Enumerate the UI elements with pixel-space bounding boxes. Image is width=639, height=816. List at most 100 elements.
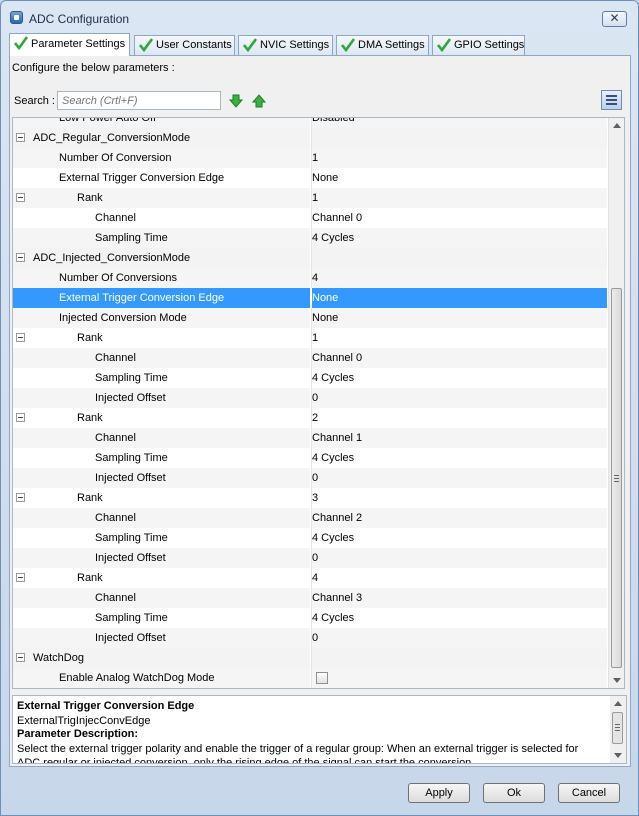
parameter-name-cell[interactable]: ADC_Regular_ConversionMode [13,128,310,148]
parameter-value-cell[interactable] [311,668,607,688]
description-scrollbar[interactable] [610,696,626,763]
table-row[interactable]: Channel Channel 0 [13,348,609,368]
parameter-value-cell[interactable]: 4 Cycles [311,528,607,548]
table-row[interactable]: Sampling Time 4 Cycles [13,528,609,548]
table-row[interactable]: Injected Offset 0 [13,468,609,488]
parameter-name-cell[interactable]: Injected Offset [13,628,310,648]
table-row[interactable]: Rank 2 [13,408,609,428]
scroll-thumb[interactable] [611,288,622,668]
search-input[interactable] [57,91,221,110]
parameter-name-cell[interactable]: Injected Offset [13,388,310,408]
arrow-down-icon[interactable] [229,94,243,108]
parameter-value-cell[interactable]: Channel 2 [311,508,607,528]
table-row[interactable]: Enable Analog WatchDog Mode [13,668,609,688]
parameter-name-cell[interactable]: Injected Conversion Mode [13,308,310,328]
ok-button[interactable]: Ok [483,783,545,803]
table-row[interactable]: Injected Offset 0 [13,548,609,568]
table-row[interactable]: Channel Channel 3 [13,588,609,608]
parameter-name-cell[interactable]: ADC_Injected_ConversionMode [13,248,310,268]
parameter-value-cell[interactable]: 4 [311,568,607,588]
parameter-name-cell[interactable]: Enable Analog WatchDog Mode [13,668,310,688]
parameter-name-cell[interactable]: External Trigger Conversion Edge [13,168,310,188]
table-row[interactable]: Low Power Auto Off Disabled [13,118,609,128]
parameter-name-cell[interactable]: Channel [13,428,310,448]
parameter-name-cell[interactable]: Rank [13,328,310,348]
parameter-name-cell[interactable]: Channel [13,588,310,608]
list-view-button[interactable] [601,90,622,110]
parameter-value-cell[interactable] [311,248,607,268]
table-row[interactable]: Number Of Conversions 4 [13,268,609,288]
scroll-down-icon[interactable] [614,753,622,758]
scroll-down-icon[interactable] [613,678,621,683]
parameter-value-cell[interactable]: Channel 0 [311,208,607,228]
group-row[interactable]: ADC_Injected_ConversionMode [13,248,609,268]
table-row[interactable]: Channel Channel 1 [13,428,609,448]
table-row[interactable]: Channel Channel 2 [13,508,609,528]
table-row[interactable]: Number Of Conversion 1 [13,148,609,168]
table-row[interactable]: Injected Conversion Mode None [13,308,609,328]
parameter-value-cell[interactable]: 1 [311,328,607,348]
parameter-name-cell[interactable]: Low Power Auto Off [13,118,310,128]
table-row[interactable]: Sampling Time 4 Cycles [13,228,609,248]
tab-nvic-settings[interactable]: NVIC Settings [238,35,333,55]
parameter-name-cell[interactable]: Channel [13,508,310,528]
parameter-name-cell[interactable]: Sampling Time [13,448,310,468]
parameter-value-cell[interactable]: None [311,308,607,328]
collapse-icon[interactable] [16,413,25,422]
parameter-name-cell[interactable]: Rank [13,408,310,428]
parameter-value-cell[interactable]: 1 [311,188,607,208]
parameter-name-cell[interactable]: Rank [13,568,310,588]
parameter-value-cell[interactable]: 4 Cycles [311,448,607,468]
collapse-icon[interactable] [16,193,25,202]
parameter-name-cell[interactable]: Sampling Time [13,368,310,388]
title-bar[interactable]: ADC Configuration ✕ [1,1,638,31]
parameter-value-cell[interactable]: 0 [311,468,607,488]
parameter-name-cell[interactable]: Injected Offset [13,468,310,488]
close-button[interactable]: ✕ [602,11,627,27]
arrow-up-icon[interactable] [252,94,266,108]
cancel-button[interactable]: Cancel [558,783,620,803]
parameter-name-cell[interactable]: Sampling Time [13,228,310,248]
parameter-name-cell[interactable]: Sampling Time [13,528,310,548]
parameter-value-cell[interactable]: None [311,168,607,188]
parameter-name-cell[interactable]: Channel [13,348,310,368]
collapse-icon[interactable] [16,133,25,142]
parameter-value-cell[interactable]: 0 [311,388,607,408]
enable-watchdog-checkbox[interactable] [316,672,328,684]
parameter-name-cell[interactable]: Rank [13,188,310,208]
tab-gpio-settings[interactable]: GPIO Settings [432,35,525,55]
parameter-value-cell[interactable] [311,648,607,668]
collapse-icon[interactable] [16,653,25,662]
tab-user-constants[interactable]: User Constants [134,35,235,55]
table-row[interactable]: External Trigger Conversion Edge None [13,168,609,188]
apply-button[interactable]: Apply [408,783,470,803]
tab-parameter-settings[interactable]: Parameter Settings [9,33,130,56]
parameter-value-cell[interactable]: 3 [311,488,607,508]
table-row[interactable]: Sampling Time 4 Cycles [13,368,609,388]
table-row[interactable]: Injected Offset 0 [13,628,609,648]
table-row[interactable]: Rank 1 [13,188,609,208]
parameter-value-cell[interactable]: None [311,288,607,308]
parameter-name-cell[interactable]: Sampling Time [13,608,310,628]
parameter-name-cell[interactable]: External Trigger Conversion Edge [13,288,310,308]
scroll-up-icon[interactable] [614,701,622,706]
parameter-value-cell[interactable]: Channel 1 [311,428,607,448]
collapse-icon[interactable] [16,493,25,502]
parameter-name-cell[interactable]: Channel [13,208,310,228]
collapse-icon[interactable] [16,253,25,262]
parameter-value-cell[interactable]: 4 Cycles [311,368,607,388]
parameter-name-cell[interactable]: Rank [13,488,310,508]
group-row[interactable]: WatchDog [13,648,609,668]
table-row[interactable]: Rank 3 [13,488,609,508]
table-row[interactable]: Channel Channel 0 [13,208,609,228]
parameter-value-cell[interactable]: 4 Cycles [311,608,607,628]
table-row[interactable]: Rank 4 [13,568,609,588]
parameter-name-cell[interactable]: WatchDog [13,648,310,668]
parameter-name-cell[interactable]: Number Of Conversions [13,268,310,288]
parameter-name-cell[interactable]: Number Of Conversion [13,148,310,168]
table-row[interactable]: Sampling Time 4 Cycles [13,608,609,628]
table-row[interactable]: Injected Offset 0 [13,388,609,408]
parameter-value-cell[interactable]: 2 [311,408,607,428]
parameter-name-cell[interactable]: Injected Offset [13,548,310,568]
collapse-icon[interactable] [16,573,25,582]
